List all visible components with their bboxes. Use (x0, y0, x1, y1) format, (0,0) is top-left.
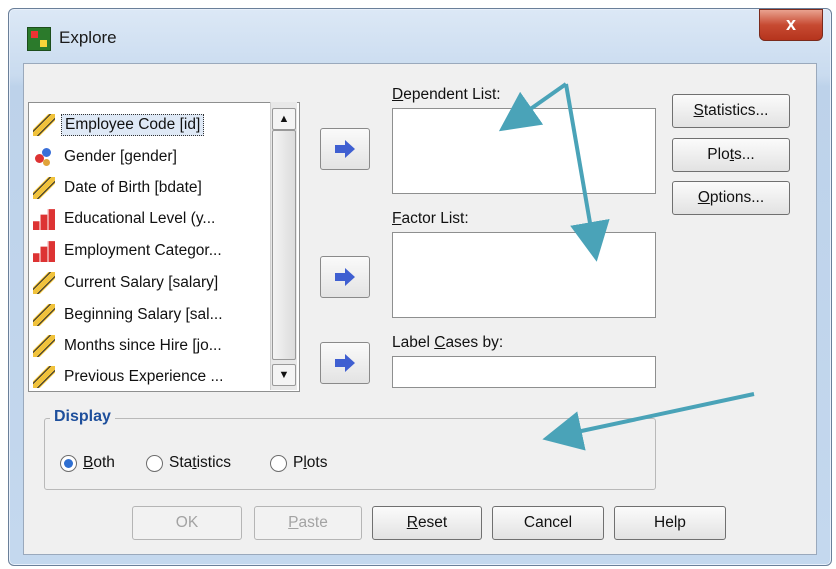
window-title: Explore (59, 28, 117, 47)
right-arrow-icon (335, 354, 355, 372)
scale-ruler-icon (33, 335, 55, 357)
scale-ruler-icon (33, 272, 55, 294)
scale-ruler-icon (33, 366, 55, 388)
list-item[interactable]: Months since Hire [jo... (33, 332, 225, 360)
paste-button[interactable]: Paste (254, 506, 362, 540)
ordinal-bars-icon (33, 241, 55, 262)
variable-label: Educational Level (y... (64, 210, 216, 227)
variable-label: Months since Hire [jo... (64, 337, 222, 354)
radio-statistics[interactable]: Sta t istics (146, 454, 231, 472)
list-item[interactable]: Beginning Salary [sal... (33, 301, 226, 329)
variable-label: Current Salary [salary] (64, 274, 219, 291)
ordinal-bars-icon (33, 209, 55, 230)
label-cases-field[interactable] (392, 356, 656, 388)
list-item[interactable]: Current Salary [salary] (33, 269, 221, 297)
cancel-button[interactable]: Cancel (492, 506, 604, 540)
radio-button-icon (146, 454, 163, 472)
radio-plots[interactable]: Pl ots (270, 454, 327, 472)
variable-label: Employment Categor... (64, 242, 222, 259)
list-item[interactable]: Educational Level (y... (33, 205, 218, 233)
scroll-down-button[interactable]: ▼ (272, 364, 296, 386)
scale-ruler-icon (33, 304, 55, 326)
plots-button[interactable]: Plots... (672, 138, 790, 172)
ok-button[interactable]: OK (132, 506, 242, 540)
right-arrow-icon (335, 140, 355, 158)
list-item[interactable]: Date of Birth [bdate] (33, 174, 205, 202)
radio-button-icon (270, 454, 287, 472)
scroll-thumb[interactable] (272, 130, 296, 360)
scale-ruler-icon (33, 177, 55, 199)
variable-label: Employee Code [id] (61, 114, 205, 136)
move-to-factor-button[interactable] (320, 256, 370, 298)
move-to-dependent-button[interactable] (320, 128, 370, 170)
source-variable-list[interactable]: Employee Code [id] Gender [gender] Date … (28, 102, 300, 392)
list-item[interactable]: Employment Categor... (33, 237, 225, 265)
list-item[interactable]: Gender [gender] (33, 143, 180, 171)
list-item[interactable]: Employee Code [id] (33, 111, 205, 139)
variable-list-scrollbar[interactable]: ▲ ▼ (270, 102, 297, 390)
display-group-title: Display (50, 408, 115, 426)
close-button[interactable]: x (759, 9, 823, 41)
reset-button[interactable]: Reset (372, 506, 482, 540)
nominal-icon (33, 146, 55, 168)
variable-label: Previous Experience ... (64, 368, 224, 385)
move-to-label-cases-button[interactable] (320, 342, 370, 384)
app-icon (27, 27, 51, 51)
label-cases-label: Label Cases by: (392, 334, 504, 351)
radio-button-icon (60, 454, 77, 472)
statistics-button[interactable]: Statistics... (672, 94, 790, 128)
scale-ruler-icon (33, 114, 55, 136)
variable-label: Beginning Salary [sal... (64, 306, 223, 323)
right-arrow-icon (335, 268, 355, 286)
help-button[interactable]: Help (614, 506, 726, 540)
radio-both[interactable]: Both (60, 454, 115, 472)
dependent-list-box[interactable] (392, 108, 656, 194)
scroll-up-button[interactable]: ▲ (272, 108, 296, 130)
list-item[interactable]: Previous Experience ... (33, 363, 226, 391)
variable-label: Date of Birth [bdate] (64, 179, 202, 196)
title-bar: Explore x (9, 9, 831, 59)
display-group (44, 418, 656, 490)
factor-list-label: Factor List: (392, 210, 469, 227)
options-button[interactable]: Options... (672, 181, 790, 215)
factor-list-box[interactable] (392, 232, 656, 318)
dependent-list-label: Dependent List: (392, 86, 501, 103)
variable-label: Gender [gender] (64, 148, 177, 165)
